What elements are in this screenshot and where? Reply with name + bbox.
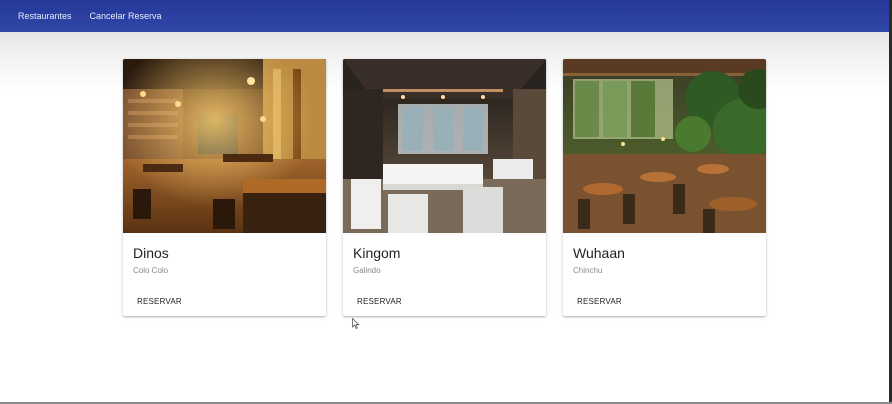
restaurant-photo-dinos [123, 59, 326, 233]
mouse-cursor-icon [352, 318, 360, 329]
restaurant-location: Chinchu [573, 266, 603, 275]
restaurant-card-list: Dinos Colo Colo RESERVAR Kingom Galindo … [123, 59, 766, 316]
restaurant-name: Dinos [133, 245, 169, 261]
top-navigation-bar: Restaurantes Cancelar Reserva [0, 0, 889, 32]
restaurant-location: Colo Colo [133, 266, 169, 275]
restaurant-name: Wuhaan [573, 245, 625, 261]
restaurant-card-wuhaan: Wuhaan Chinchu RESERVAR [563, 59, 766, 316]
restaurant-card-dinos: Dinos Colo Colo RESERVAR [123, 59, 326, 316]
page: Restaurantes Cancelar Reserva Dinos Colo… [0, 0, 892, 404]
nav-link-cancelar-reserva[interactable]: Cancelar Reserva [90, 11, 162, 21]
restaurant-name: Kingom [353, 245, 401, 261]
reservar-button[interactable]: RESERVAR [137, 297, 182, 306]
restaurant-photo-kingom [343, 59, 546, 233]
restaurant-card-kingom: Kingom Galindo RESERVAR [343, 59, 546, 316]
reservar-button[interactable]: RESERVAR [577, 297, 622, 306]
restaurant-photo-wuhaan [563, 59, 766, 233]
restaurant-location: Galindo [353, 266, 381, 275]
nav-link-restaurantes[interactable]: Restaurantes [18, 11, 72, 21]
reservar-button[interactable]: RESERVAR [357, 297, 402, 306]
